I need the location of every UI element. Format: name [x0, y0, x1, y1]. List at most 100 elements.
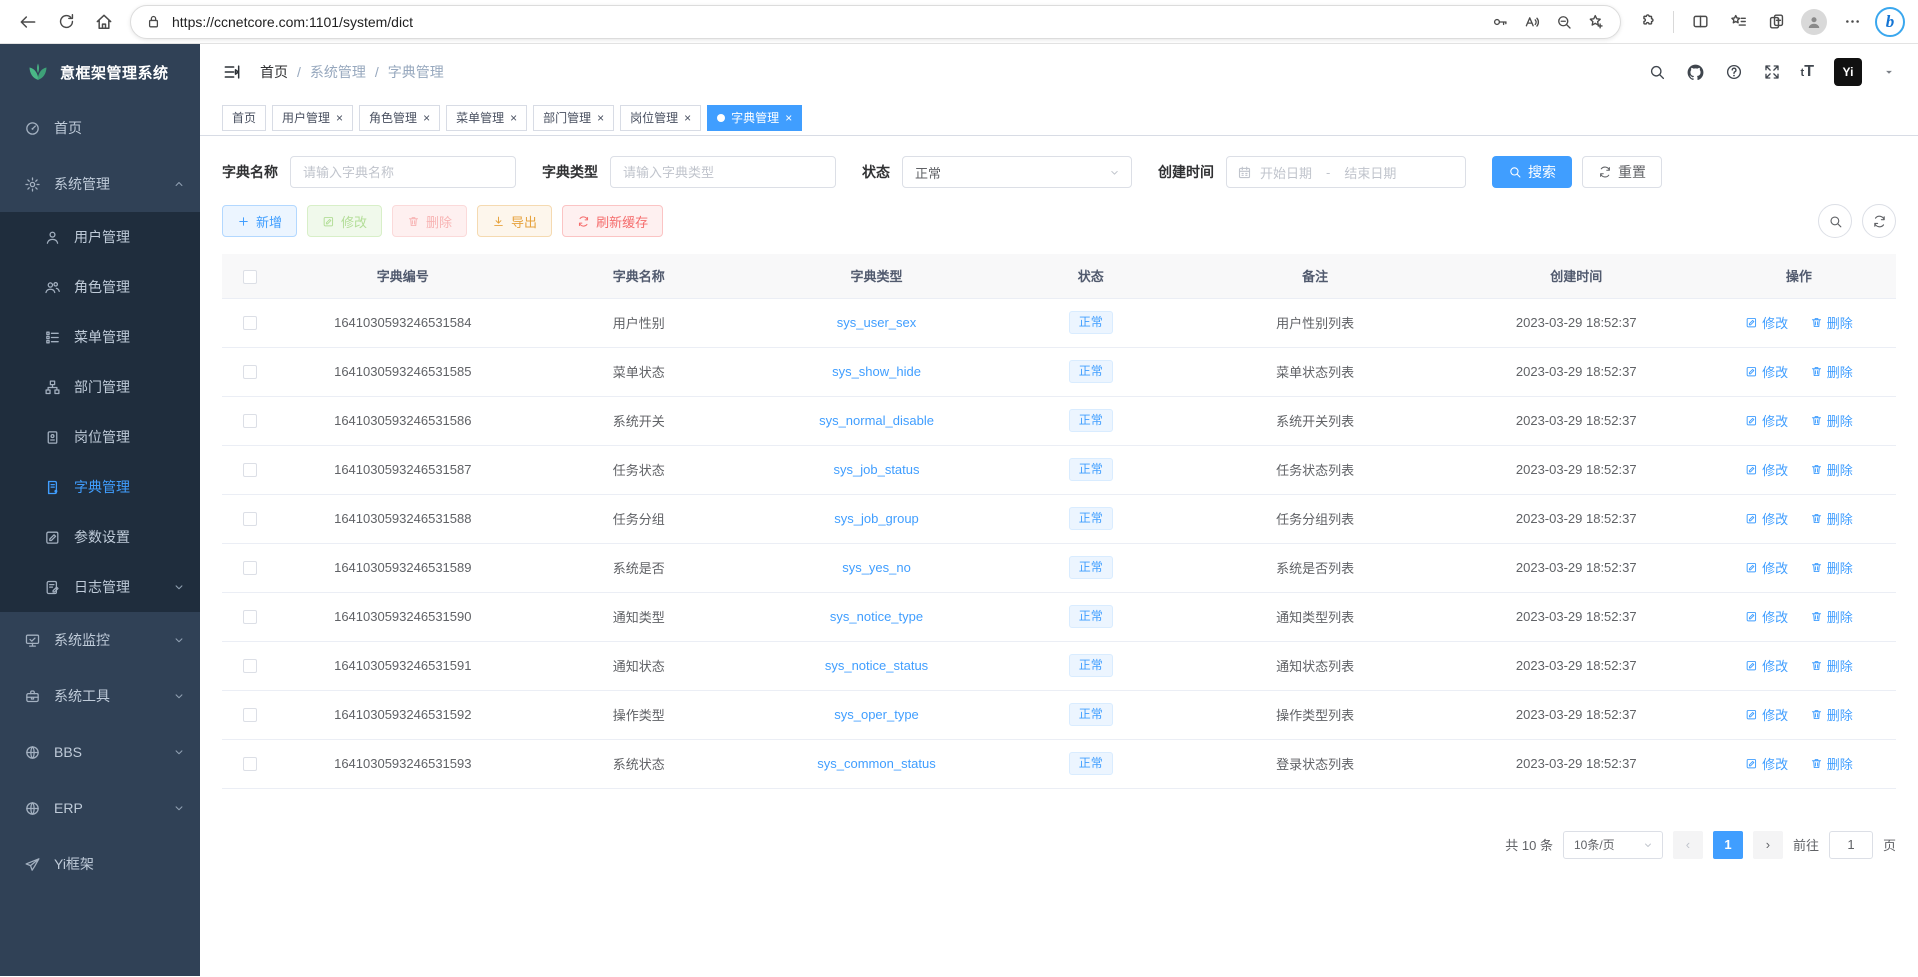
- close-icon[interactable]: ×: [684, 112, 691, 124]
- export-button[interactable]: 导出: [477, 205, 552, 237]
- row-checkbox[interactable]: [243, 708, 257, 722]
- close-icon[interactable]: ×: [510, 112, 517, 124]
- tab-roles[interactable]: 角色管理×: [359, 105, 440, 131]
- row-checkbox[interactable]: [243, 512, 257, 526]
- dict-type-link[interactable]: sys_normal_disable: [819, 413, 934, 428]
- row-checkbox[interactable]: [243, 463, 257, 477]
- sidebar-item-menus[interactable]: 菜单管理: [0, 312, 200, 362]
- row-checkbox[interactable]: [243, 561, 257, 575]
- row-delete-button[interactable]: 删除: [1810, 558, 1853, 577]
- sidebar-item-departments[interactable]: 部门管理: [0, 362, 200, 412]
- tab-home[interactable]: 首页: [222, 105, 266, 131]
- tab-posts[interactable]: 岗位管理×: [620, 105, 701, 131]
- sidebar-item-users[interactable]: 用户管理: [0, 212, 200, 262]
- date-range-picker[interactable]: 开始日期 - 结束日期: [1226, 156, 1466, 188]
- refresh-icon[interactable]: [48, 5, 84, 39]
- dict-name-input[interactable]: [290, 156, 516, 188]
- sidebar-item-posts[interactable]: 岗位管理: [0, 412, 200, 462]
- delete-button[interactable]: 删除: [392, 205, 467, 237]
- reset-button[interactable]: 重置: [1582, 156, 1662, 188]
- row-checkbox[interactable]: [243, 757, 257, 771]
- profile-avatar[interactable]: [1796, 5, 1832, 39]
- row-edit-button[interactable]: 修改: [1745, 607, 1788, 626]
- search-button[interactable]: 搜索: [1492, 156, 1572, 188]
- row-delete-button[interactable]: 删除: [1810, 460, 1853, 479]
- row-edit-button[interactable]: 修改: [1745, 411, 1788, 430]
- hide-search-button[interactable]: [1818, 204, 1852, 238]
- page-size-select[interactable]: 10条/页: [1563, 831, 1663, 859]
- tab-dict-active[interactable]: 字典管理×: [707, 105, 802, 131]
- dict-type-link[interactable]: sys_show_hide: [832, 364, 921, 379]
- row-edit-button[interactable]: 修改: [1745, 509, 1788, 528]
- row-delete-button[interactable]: 删除: [1810, 754, 1853, 773]
- close-icon[interactable]: ×: [336, 112, 343, 124]
- row-edit-button[interactable]: 修改: [1745, 754, 1788, 773]
- row-checkbox[interactable]: [243, 610, 257, 624]
- sidebar-item-dict[interactable]: 字典管理: [0, 462, 200, 512]
- breadcrumb-home[interactable]: 首页: [260, 62, 288, 82]
- copilot-bing-icon[interactable]: b: [1872, 5, 1908, 39]
- row-edit-button[interactable]: 修改: [1745, 362, 1788, 381]
- favorite-star-add-icon[interactable]: [1580, 7, 1612, 37]
- read-aloud-icon[interactable]: [1516, 7, 1548, 37]
- row-delete-button[interactable]: 删除: [1810, 411, 1853, 430]
- sidebar-item-erp[interactable]: ERP: [0, 780, 200, 836]
- copilot-pages-icon[interactable]: [1758, 5, 1794, 39]
- github-icon[interactable]: [1686, 63, 1705, 82]
- sidebar-item-roles[interactable]: 角色管理: [0, 262, 200, 312]
- goto-page-input[interactable]: [1829, 831, 1873, 859]
- row-checkbox[interactable]: [243, 659, 257, 673]
- select-all-checkbox[interactable]: [243, 270, 257, 284]
- breadcrumb-system[interactable]: 系统管理: [310, 62, 366, 82]
- search-icon[interactable]: [1648, 63, 1666, 81]
- caret-down-icon[interactable]: [1882, 65, 1896, 79]
- sidebar-item-monitor[interactable]: 系统监控: [0, 612, 200, 668]
- sidebar-item-bbs[interactable]: BBS: [0, 724, 200, 780]
- dict-type-input[interactable]: [610, 156, 836, 188]
- dict-type-link[interactable]: sys_notice_type: [830, 609, 923, 624]
- sidebar-item-home[interactable]: 首页: [0, 100, 200, 156]
- row-checkbox[interactable]: [243, 365, 257, 379]
- row-checkbox[interactable]: [243, 414, 257, 428]
- close-icon[interactable]: ×: [785, 112, 792, 124]
- back-icon[interactable]: [10, 5, 46, 39]
- row-delete-button[interactable]: 删除: [1810, 509, 1853, 528]
- address-bar[interactable]: https://ccnetcore.com:1101/system/dict: [130, 5, 1621, 39]
- refresh-table-button[interactable]: [1862, 204, 1896, 238]
- dict-type-link[interactable]: sys_yes_no: [842, 560, 911, 575]
- fullscreen-icon[interactable]: [1763, 63, 1781, 81]
- row-edit-button[interactable]: 修改: [1745, 313, 1788, 332]
- dict-type-link[interactable]: sys_job_group: [834, 511, 919, 526]
- refresh-cache-button[interactable]: 刷新缓存: [562, 205, 663, 237]
- sidebar-item-logs[interactable]: 日志管理: [0, 562, 200, 612]
- current-page-button[interactable]: 1: [1713, 831, 1743, 859]
- row-delete-button[interactable]: 删除: [1810, 656, 1853, 675]
- tab-users[interactable]: 用户管理×: [272, 105, 353, 131]
- sidebar-item-tools[interactable]: 系统工具: [0, 668, 200, 724]
- dict-type-link[interactable]: sys_notice_status: [825, 658, 928, 673]
- lock-icon[interactable]: [145, 13, 162, 30]
- dict-type-link[interactable]: sys_job_status: [834, 462, 920, 477]
- sidebar-item-params[interactable]: 参数设置: [0, 512, 200, 562]
- prev-page-button[interactable]: ‹: [1673, 831, 1703, 859]
- row-delete-button[interactable]: 删除: [1810, 362, 1853, 381]
- close-icon[interactable]: ×: [423, 112, 430, 124]
- split-screen-icon[interactable]: [1682, 5, 1718, 39]
- more-icon[interactable]: [1834, 5, 1870, 39]
- collections-icon[interactable]: [1720, 5, 1756, 39]
- row-delete-button[interactable]: 删除: [1810, 313, 1853, 332]
- close-icon[interactable]: ×: [597, 112, 604, 124]
- font-size-icon[interactable]: tT: [1801, 63, 1814, 81]
- home-icon[interactable]: [86, 5, 122, 39]
- row-edit-button[interactable]: 修改: [1745, 558, 1788, 577]
- collapse-sidebar-icon[interactable]: [222, 62, 242, 82]
- status-select[interactable]: 正常: [902, 156, 1132, 188]
- row-edit-button[interactable]: 修改: [1745, 656, 1788, 675]
- tab-menus[interactable]: 菜单管理×: [446, 105, 527, 131]
- sidebar-item-yi-framework[interactable]: Yi框架: [0, 836, 200, 892]
- tab-departments[interactable]: 部门管理×: [533, 105, 614, 131]
- user-avatar[interactable]: Yi: [1834, 58, 1862, 86]
- row-edit-button[interactable]: 修改: [1745, 460, 1788, 479]
- dict-type-link[interactable]: sys_user_sex: [837, 315, 916, 330]
- dict-type-link[interactable]: sys_common_status: [817, 756, 936, 771]
